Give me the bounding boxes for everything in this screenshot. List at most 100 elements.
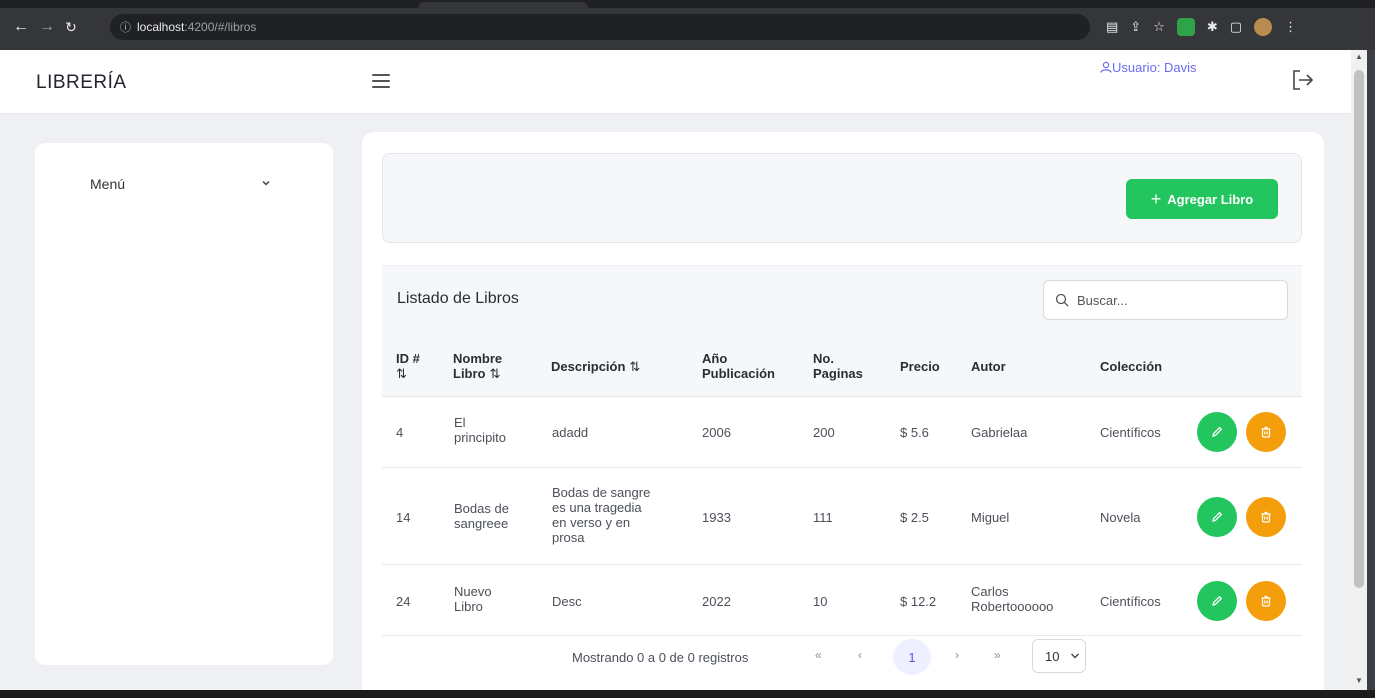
app-header: LIBRERÍA Usuario: Davis <box>0 50 1351 114</box>
extension-shield-icon[interactable] <box>1176 18 1195 36</box>
browser-menu-icon[interactable]: ⋮ <box>1284 19 1297 35</box>
sort-icon[interactable]: ⇅ <box>629 359 640 374</box>
page-size-value: 10 <box>1045 648 1060 664</box>
cell-coleccion: Novela <box>1100 510 1141 525</box>
col-nombre-label-1: Nombre <box>453 351 503 366</box>
table-row: 14 Bodas de sangreee Bodas de sangre es u… <box>382 468 1302 565</box>
col-precio: Precio <box>900 359 940 374</box>
translate-icon[interactable]: ▤ <box>1106 19 1118 35</box>
hamburger-menu-icon[interactable] <box>372 74 390 88</box>
cell-nombre: El principito <box>454 415 506 445</box>
delete-button[interactable] <box>1246 581 1286 621</box>
edit-button[interactable] <box>1197 497 1237 537</box>
cell-autor: Carlos Robertoooooo <box>971 584 1053 614</box>
pencil-icon <box>1212 595 1223 606</box>
address-bar[interactable]: ⓘ localhost:4200/#/libros <box>110 14 1090 40</box>
side-panel-icon[interactable]: ▢ <box>1230 19 1242 35</box>
table-row: 4 El principito adadd 2006 200 $ 5.6 Gabr… <box>382 397 1302 468</box>
back-icon[interactable]: ← <box>10 18 32 36</box>
chevron-down-icon <box>262 180 270 186</box>
cell-coleccion: Científicos <box>1100 594 1161 609</box>
plus-icon: + <box>1150 189 1162 209</box>
sidebar-item-label: Menú <box>90 176 126 192</box>
sort-icon[interactable]: ⇅ <box>396 366 407 381</box>
forward-icon[interactable]: → <box>36 18 58 36</box>
col-anio: Año Publicación <box>702 351 775 381</box>
prev-page-button[interactable]: ‹ <box>858 648 862 662</box>
cell-autor: Gabrielaa <box>971 425 1028 440</box>
cell-nombre-1: Bodas de <box>454 501 509 516</box>
scrollbar-thumb[interactable] <box>1354 70 1364 588</box>
next-page-button[interactable]: › <box>955 648 959 662</box>
bookmark-star-icon[interactable]: ☆ <box>1153 19 1165 35</box>
tab-strip <box>0 0 1375 8</box>
cell-nombre: Bodas de sangreee <box>454 501 509 531</box>
cell-nombre-1: El <box>454 415 466 430</box>
add-book-button[interactable]: + Agregar Libro <box>1126 179 1278 219</box>
cell-coleccion: Científicos <box>1100 425 1161 440</box>
cell-anio: 1933 <box>702 510 731 525</box>
search-icon <box>1055 293 1069 307</box>
cell-autor-1: Carlos <box>971 584 1009 599</box>
cell-descripcion-line: en verso y en <box>552 515 631 530</box>
scroll-down-icon[interactable]: ▼ <box>1355 676 1363 685</box>
delete-button[interactable] <box>1246 412 1286 452</box>
first-page-button[interactable]: « <box>815 648 822 662</box>
toolbar-box: + Agregar Libro <box>382 153 1302 243</box>
sort-icon[interactable]: ⇅ <box>490 366 501 381</box>
user-link[interactable]: Usuario: Davis <box>1100 60 1197 75</box>
add-book-label: Agregar Libro <box>1167 191 1254 207</box>
col-id-label: ID # <box>396 351 420 366</box>
page-1-button[interactable]: 1 <box>893 639 931 675</box>
cell-descripcion: Desc <box>552 594 582 609</box>
search-box[interactable] <box>1043 280 1288 320</box>
col-coleccion: Colección <box>1100 359 1163 374</box>
cell-descripcion-line: Bodas de sangre <box>552 485 651 500</box>
extensions-puzzle-icon[interactable]: ✱ <box>1207 19 1218 35</box>
col-id[interactable]: ID # ⇅ <box>396 351 420 381</box>
browser-toolbar: ← → ↻ ⓘ localhost:4200/#/libros ▤ ⇪ ☆ ✱ … <box>0 8 1375 46</box>
col-nombre[interactable]: Nombre Libro ⇅ <box>453 351 502 381</box>
cell-nombre-2: sangreee <box>454 516 509 531</box>
chevron-down-icon <box>1071 653 1080 659</box>
table-row: 24 Nuevo Libro Desc 2022 10 $ 12.2 Carlos… <box>382 565 1302 636</box>
main-content: +Agregar Libro Listado de Libros ID #⇅ N… <box>362 132 1324 690</box>
edit-button[interactable] <box>1197 581 1237 621</box>
cell-autor: Miguel <box>971 510 1010 525</box>
col-descripcion[interactable]: Descripción ⇅ <box>551 359 640 374</box>
last-page-button[interactable]: » <box>994 648 1001 662</box>
col-anio-label-1: Año <box>702 351 728 366</box>
bottom-strip <box>0 690 1375 698</box>
cell-nombre-1: Nuevo <box>454 584 492 599</box>
cell-id: 14 <box>396 510 411 525</box>
sidebar: Menú <box>35 143 333 665</box>
cell-anio: 2006 <box>702 425 731 440</box>
search-input[interactable] <box>1077 292 1257 308</box>
profile-avatar[interactable] <box>1254 18 1273 36</box>
scroll-up-icon[interactable]: ▲ <box>1355 52 1363 61</box>
browser-chrome: ← → ↻ ⓘ localhost:4200/#/libros ▤ ⇪ ☆ ✱ … <box>0 0 1375 50</box>
share-icon[interactable]: ⇪ <box>1130 19 1141 35</box>
edit-button[interactable] <box>1197 412 1237 452</box>
col-descripcion-label: Descripción <box>551 359 626 374</box>
cell-descripcion-line: prosa <box>552 530 585 545</box>
sidebar-item-menu[interactable]: Menú <box>90 176 320 196</box>
cell-paginas: 111 <box>813 510 833 525</box>
page-size-select[interactable]: 10 <box>1032 639 1086 673</box>
cell-id: 24 <box>396 594 411 609</box>
logout-icon[interactable] <box>1290 68 1316 92</box>
brand-title: LIBRERÍA <box>36 72 127 93</box>
table-title: Listado de Libros <box>397 290 519 307</box>
site-info-icon[interactable]: ⓘ <box>120 19 131 35</box>
trash-icon <box>1261 426 1271 438</box>
cell-descripcion: Bodas de sangre es una tragedia en verso… <box>552 485 650 545</box>
trash-icon <box>1261 511 1271 523</box>
cell-autor-2: Robertoooooo <box>971 599 1054 614</box>
trash-icon <box>1261 595 1271 607</box>
delete-button[interactable] <box>1246 497 1286 537</box>
page-scrollbar[interactable]: ▲ ▼ <box>1351 50 1367 690</box>
cell-nombre-2: principito <box>454 430 507 445</box>
col-autor: Autor <box>971 359 1006 374</box>
reload-icon[interactable]: ↻ <box>60 19 82 36</box>
cell-paginas: 200 <box>813 425 835 440</box>
